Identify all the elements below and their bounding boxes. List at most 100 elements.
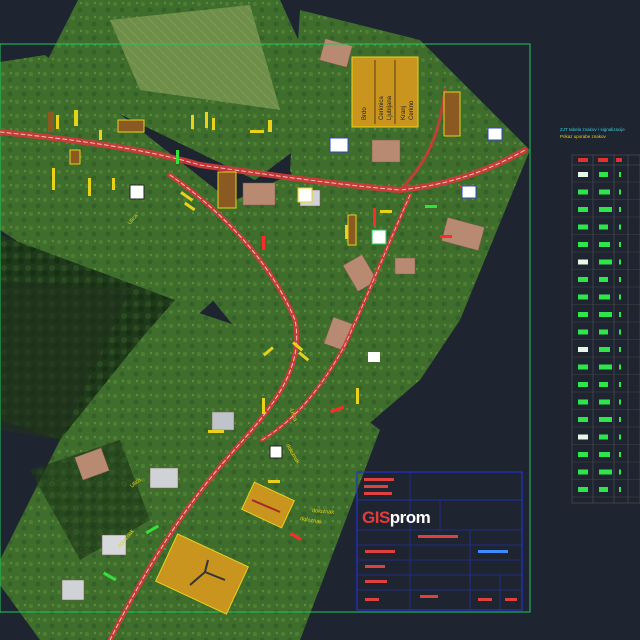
legend-title: ZJT tabela znakov / signalizacije Prikaz… <box>560 126 640 140</box>
sign-marker[interactable] <box>208 430 224 433</box>
legend-symbol <box>578 294 588 300</box>
legend-symbol <box>599 469 612 475</box>
legend-symbol <box>578 417 588 422</box>
legend-symbol <box>578 259 588 265</box>
legend-symbol <box>599 347 610 352</box>
legend-symbol <box>599 242 610 247</box>
legend-count <box>619 259 621 265</box>
titleblock <box>356 471 523 611</box>
building <box>149 467 179 489</box>
legend-symbol <box>578 452 588 457</box>
legend-count <box>619 207 621 212</box>
sign-text-mid-1: Cerknica <box>379 96 385 120</box>
sign-marker[interactable] <box>117 119 145 133</box>
legend-title-line-2: Prikaz uporabe znakov <box>560 134 606 139</box>
marker-white[interactable] <box>487 127 503 141</box>
legend-count <box>619 452 621 457</box>
sign-marker[interactable] <box>99 130 102 140</box>
legend-symbol <box>578 364 588 370</box>
legend-symbol <box>578 329 588 335</box>
marker-white[interactable] <box>269 445 283 459</box>
legend-symbol <box>599 382 608 387</box>
legend-symbol <box>578 469 588 475</box>
legend-count <box>619 347 621 352</box>
legend-symbol <box>578 434 588 440</box>
legend-symbol <box>599 364 612 370</box>
legend-count <box>619 189 621 195</box>
legend-count <box>619 224 621 230</box>
building <box>394 257 416 275</box>
marker-green[interactable] <box>425 205 437 208</box>
legend-count <box>619 312 621 317</box>
legend-symbol <box>599 417 612 422</box>
sign-text-right-1: Kranj <box>401 106 407 120</box>
marker-white[interactable] <box>461 185 477 199</box>
legend-symbol <box>578 312 588 317</box>
marker-green[interactable] <box>176 150 179 164</box>
marker-red[interactable] <box>262 236 265 250</box>
marker-white[interactable] <box>329 137 349 153</box>
legend-symbol <box>578 242 588 247</box>
sign-marker[interactable] <box>69 149 81 165</box>
legend-symbol <box>578 399 588 405</box>
sign-marker[interactable] <box>191 115 194 129</box>
legend-symbol <box>578 347 588 352</box>
legend-symbol <box>599 452 610 457</box>
sign-marker[interactable] <box>74 110 78 126</box>
sign-text-right-2: Cerkno <box>409 100 415 120</box>
sign-marker[interactable] <box>212 118 215 130</box>
sign-text-left: Brdo <box>362 107 368 120</box>
legend-symbol <box>578 189 588 195</box>
sign-marker[interactable] <box>347 214 357 246</box>
sign-marker[interactable] <box>268 120 272 132</box>
legend-symbol <box>599 312 612 317</box>
legend-count <box>619 364 621 370</box>
sign-marker[interactable] <box>380 210 392 213</box>
logo-prefix: GIS <box>362 508 390 527</box>
sign-marker[interactable] <box>217 171 237 209</box>
legend-count <box>619 469 621 475</box>
legend-symbol <box>599 259 612 265</box>
legend-table <box>571 154 640 504</box>
legend-symbol <box>599 329 608 335</box>
big-direction-sign-top[interactable]: Brdo Cerknica Ljubljana Kranj Cerkno <box>351 56 419 128</box>
legend-symbol <box>578 487 588 492</box>
sign-marker[interactable] <box>56 115 59 129</box>
legend-count <box>619 399 621 405</box>
legend-count <box>619 434 621 440</box>
sign-marker[interactable] <box>356 388 359 404</box>
sign-marker[interactable] <box>52 168 55 190</box>
legend-symbol <box>599 434 608 440</box>
marker-white[interactable] <box>368 352 380 362</box>
legend-symbol <box>599 207 612 212</box>
legend-count <box>619 417 621 422</box>
marker-red[interactable] <box>440 235 452 238</box>
legend-symbol <box>578 277 588 282</box>
marker-white[interactable] <box>129 184 145 200</box>
sign-marker[interactable] <box>262 398 265 414</box>
sign-marker[interactable] <box>268 480 280 483</box>
legend-symbol <box>578 207 588 212</box>
legend-count <box>619 277 621 282</box>
legend-symbol <box>599 294 610 300</box>
legend-count <box>619 487 621 492</box>
building <box>242 182 276 206</box>
building <box>371 139 401 163</box>
sign-marker[interactable] <box>250 130 264 133</box>
sign-marker[interactable] <box>112 178 115 190</box>
sign-marker[interactable] <box>205 112 208 128</box>
marker-red[interactable] <box>373 208 376 226</box>
sign-marker[interactable] <box>48 112 54 132</box>
legend-count <box>619 294 621 300</box>
legend-count <box>619 382 621 387</box>
marker-white[interactable] <box>297 187 313 203</box>
legend-symbol <box>578 224 588 230</box>
sign-marker[interactable] <box>443 91 461 137</box>
logo-suffix: prom <box>389 508 431 527</box>
legend-symbol <box>599 189 610 195</box>
legend-symbol <box>599 487 608 492</box>
marker-white[interactable] <box>371 229 387 245</box>
cad-drawing-canvas[interactable]: Brdo Cerknica Ljubljana Kranj Cerkno Uli… <box>0 0 640 640</box>
sign-marker[interactable] <box>88 178 91 196</box>
legend-symbol <box>599 224 608 230</box>
